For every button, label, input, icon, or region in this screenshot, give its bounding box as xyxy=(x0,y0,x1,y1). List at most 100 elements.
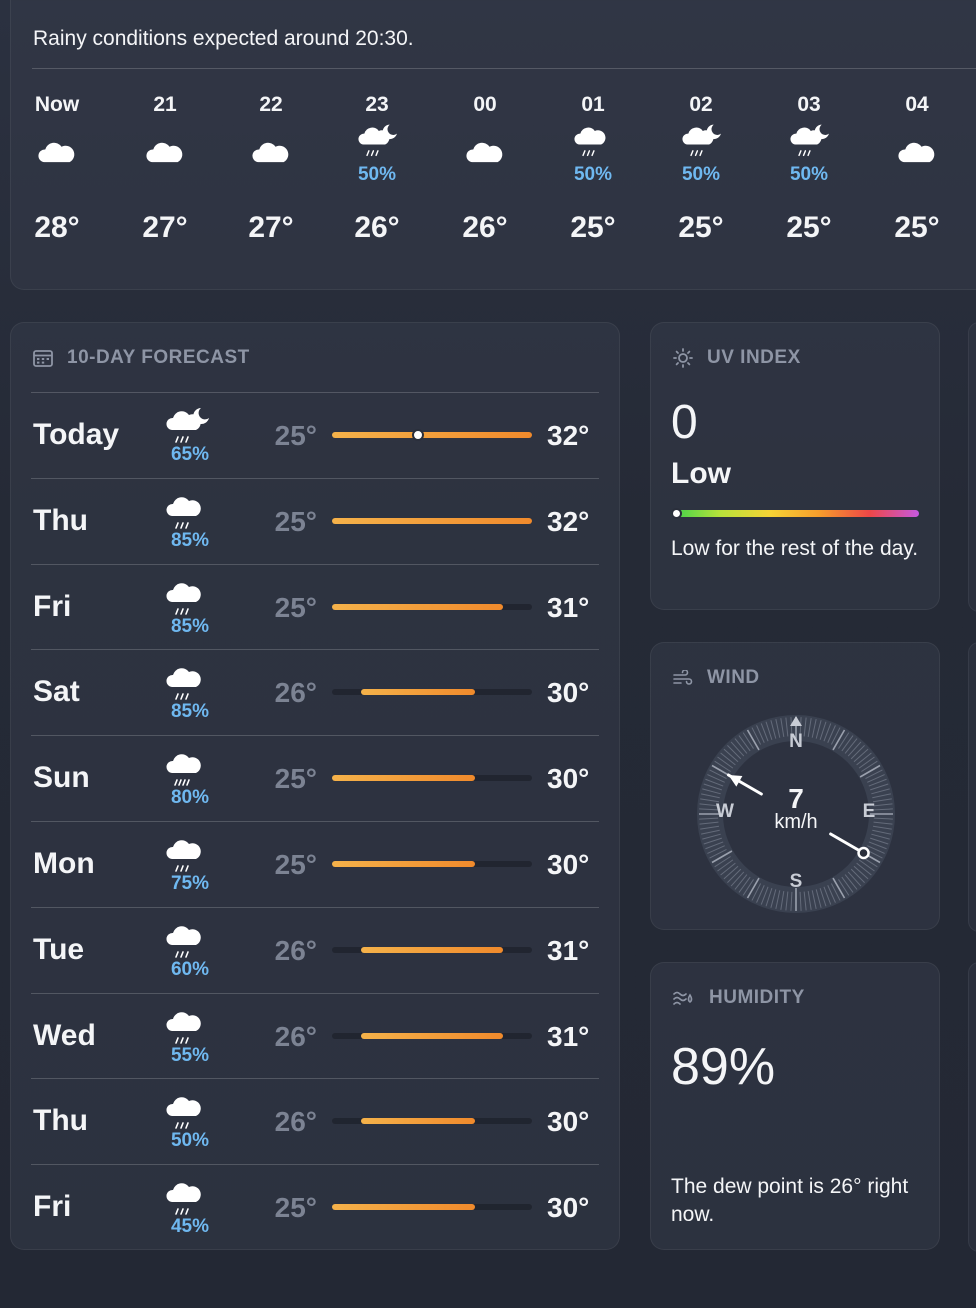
day-precip-chance: 75% xyxy=(170,873,210,894)
day-low-temp: 26° xyxy=(274,934,317,966)
forecast-day-row[interactable]: Fri 85% 25° 31° xyxy=(11,564,621,650)
cloud-icon xyxy=(440,135,530,179)
forecast-day-row[interactable]: Fri 45% 25° 30° xyxy=(11,1164,621,1250)
day-high-temp: 30° xyxy=(547,1106,590,1138)
cloud-rain-icon xyxy=(163,1090,219,1134)
cloud-rain-icon xyxy=(163,833,219,877)
temp-range-fill xyxy=(332,517,532,524)
day-name: Sat xyxy=(33,675,80,709)
cloud-rain-icon xyxy=(163,576,219,620)
temp-range-fill xyxy=(332,775,475,782)
temp-range-bar xyxy=(332,1204,532,1211)
hour-precip-chance: 50% xyxy=(357,164,397,185)
hour-temp: 27° xyxy=(142,211,188,244)
day-high-temp: 32° xyxy=(547,505,590,537)
hour-column: 23 50% 26° xyxy=(332,93,422,244)
hour-column: 03 50% 25° xyxy=(764,93,854,244)
day-name: Wed xyxy=(33,1018,96,1052)
day-name: Today xyxy=(33,418,120,451)
temp-range-fill xyxy=(360,689,475,696)
day-high-temp: 31° xyxy=(547,1020,590,1052)
hour-temp: 26° xyxy=(354,211,400,244)
forecast-day-row[interactable]: Sat 85% 26° 30° xyxy=(11,649,621,735)
day-low-temp: 25° xyxy=(274,849,317,880)
hourly-forecast-card[interactable]: Rainy conditions expected around 20:30. … xyxy=(10,0,976,290)
ten-day-header: 10-DAY FORECAST xyxy=(33,347,250,369)
temp-range-fill xyxy=(360,946,504,953)
uv-index-card[interactable]: UV INDEX 0 Low Low for the rest of the d… xyxy=(650,322,940,610)
uv-indicator-dot xyxy=(671,508,682,519)
hour-column: 22 27° xyxy=(226,93,316,244)
day-precip-chance: 85% xyxy=(170,701,210,723)
day-name: Sun xyxy=(33,761,90,795)
forecast-day-row[interactable]: Sun 80% 25° 30° xyxy=(11,735,621,821)
hour-column: 04 25° xyxy=(872,93,962,244)
uv-value: 0 xyxy=(671,396,698,449)
day-high-temp: 30° xyxy=(547,763,590,795)
hour-column: 21 27° xyxy=(120,93,210,244)
temp-range-bar xyxy=(332,517,532,524)
cloud-rain-icon xyxy=(163,1176,219,1220)
day-high-temp: 32° xyxy=(547,420,590,451)
hour-column: 02 50% 25° xyxy=(656,93,746,244)
humidity-card[interactable]: HUMIDITY 89% The dew point is 26° right … xyxy=(650,962,940,1250)
temp-range-fill xyxy=(332,861,475,867)
day-low-temp: 25° xyxy=(274,1192,317,1224)
day-high-temp: 31° xyxy=(547,591,590,623)
offscreen-card xyxy=(968,322,976,612)
compass-west: W xyxy=(716,801,734,822)
humidity-header: HUMIDITY xyxy=(673,987,805,1009)
hour-time: 00 xyxy=(473,93,497,116)
day-precip-chance: 55% xyxy=(170,1044,210,1066)
hour-time: 21 xyxy=(153,93,177,116)
forecast-day-row[interactable]: Today 65% 25° 32° xyxy=(11,392,621,478)
temp-range-bar xyxy=(332,689,532,696)
hour-temp: 26° xyxy=(462,211,508,244)
cloud-icon xyxy=(226,135,316,179)
hour-time: 23 xyxy=(365,93,389,116)
forecast-day-row[interactable]: Tue 60% 26° 31° xyxy=(11,907,621,993)
uv-scale-bar xyxy=(671,508,919,519)
day-low-temp: 25° xyxy=(274,763,317,795)
day-low-temp: 25° xyxy=(274,505,317,537)
uv-level: Low xyxy=(671,457,731,490)
hour-column: Now 28° xyxy=(12,93,102,244)
forecast-day-row[interactable]: Thu 85% 25° 32° xyxy=(11,478,621,564)
hour-time: 04 xyxy=(905,93,929,116)
day-name: Fri xyxy=(33,1190,72,1224)
current-temp-dot xyxy=(411,429,424,441)
hour-column: 01 50% 25° xyxy=(548,93,638,244)
hour-temp: 25° xyxy=(570,211,616,244)
forecast-day-row[interactable]: Thu 50% 26° 30° xyxy=(11,1078,621,1164)
cloud-moon-rain-icon xyxy=(764,121,854,165)
calendar-icon xyxy=(33,350,53,367)
day-high-temp: 30° xyxy=(547,1192,590,1224)
day-name: Mon xyxy=(33,847,95,880)
hour-precip-chance: 50% xyxy=(681,164,721,185)
wind-title: WIND xyxy=(707,667,760,688)
offscreen-card xyxy=(968,642,976,932)
day-name: Tue xyxy=(33,932,85,966)
day-low-temp: 25° xyxy=(274,591,317,623)
day-name: Thu xyxy=(33,503,88,537)
hour-precip-chance: 50% xyxy=(573,164,613,185)
forecast-day-row[interactable]: Wed 55% 26° 31° xyxy=(11,993,621,1079)
compass-south: S xyxy=(789,871,803,892)
hour-time: 03 xyxy=(797,93,821,116)
hour-time: 01 xyxy=(581,93,605,116)
day-precip-chance: 85% xyxy=(170,615,210,637)
forecast-day-row[interactable]: Mon 75% 25° 30° xyxy=(11,821,621,907)
cloud-moon-rain-icon xyxy=(656,121,746,165)
compass-north: N xyxy=(789,731,803,752)
hour-temp: 25° xyxy=(786,211,832,244)
wind-card[interactable]: WIND N S E W 7 km/h xyxy=(650,642,940,930)
ten-day-forecast-card[interactable]: 10-DAY FORECAST Today 65% 25° 32° Thu 85% 25° 3… xyxy=(10,322,620,1250)
hour-time: 02 xyxy=(689,93,713,116)
day-low-temp: 26° xyxy=(274,1020,317,1052)
cloud-icon xyxy=(12,135,102,179)
day-precip-chance: 65% xyxy=(170,444,210,465)
uv-header: UV INDEX xyxy=(673,347,801,369)
day-precip-chance: 50% xyxy=(170,1130,210,1152)
day-high-temp: 31° xyxy=(547,934,590,966)
hour-temp: 25° xyxy=(894,211,940,244)
